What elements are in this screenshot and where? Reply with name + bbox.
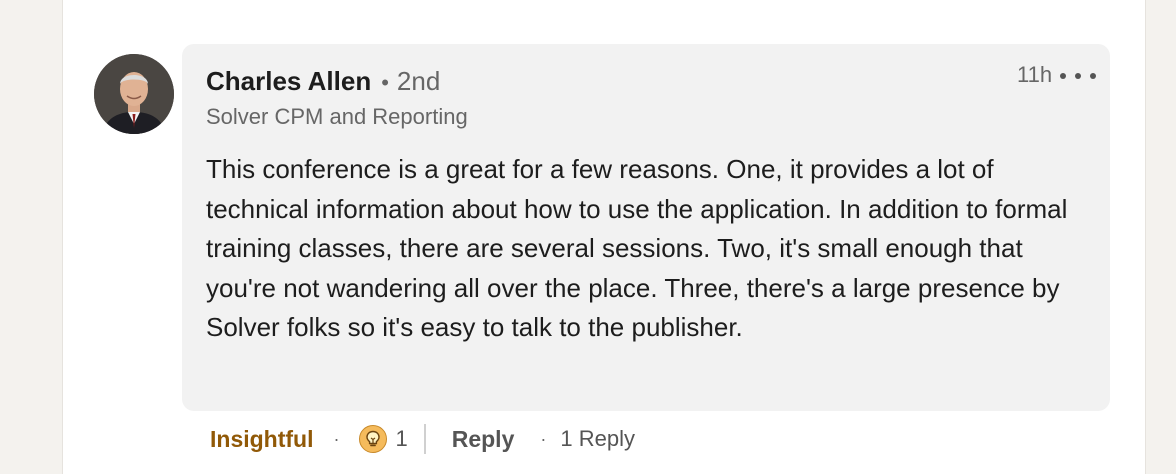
connection-degree: 2nd (396, 66, 441, 96)
replies-count-link[interactable]: 1 Reply (560, 426, 635, 452)
comment-text: This conference is a great for a few rea… (206, 154, 1068, 342)
action-separator: · (333, 428, 340, 449)
reply-button[interactable]: Reply (452, 426, 515, 453)
more-dot (1090, 73, 1096, 79)
separator-dot: • (381, 70, 389, 95)
more-dot (1075, 73, 1081, 79)
more-dot (1060, 73, 1066, 79)
avatar[interactable] (94, 54, 174, 134)
comment-actions: Insightful · 1 Reply · 1 Reply (210, 424, 635, 454)
action-divider (423, 424, 426, 454)
more-options-icon[interactable] (1060, 66, 1096, 86)
reaction-count[interactable]: 1 (395, 426, 407, 452)
action-separator: · (540, 428, 547, 449)
reaction-button[interactable]: Insightful (210, 426, 313, 453)
avatar-photo (94, 54, 174, 134)
author-row: Charles Allen • 2nd (206, 66, 440, 97)
author-headline: Solver CPM and Reporting (206, 104, 468, 129)
author-name[interactable]: Charles Allen (206, 66, 371, 97)
comment-timestamp: 11h (1017, 62, 1053, 87)
lightbulb-icon[interactable] (359, 425, 388, 453)
